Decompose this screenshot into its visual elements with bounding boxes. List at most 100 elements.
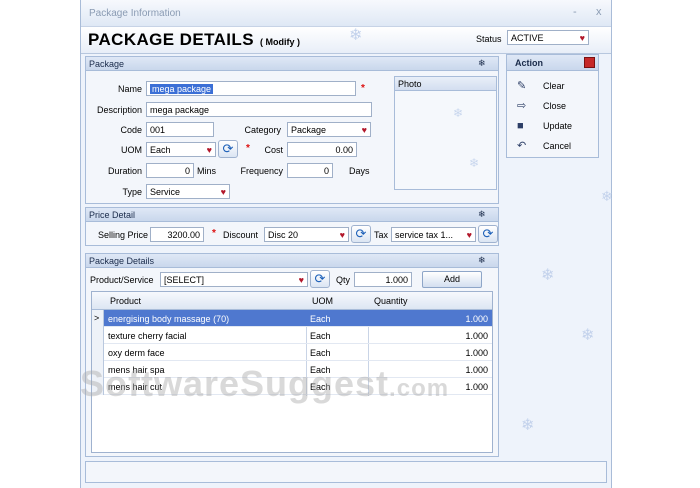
status-bar: [85, 461, 607, 483]
discount-refresh-button[interactable]: ⟳: [351, 225, 371, 243]
chevron-down-icon: ♥: [206, 145, 212, 155]
package-details-panel: Package Details ❄ Product/Service [SELEC…: [85, 253, 499, 457]
chevron-down-icon: ♥: [579, 33, 585, 43]
product-service-label: Product/Service: [90, 275, 154, 285]
snowflake-icon: ❄: [453, 106, 464, 120]
action-panel: Action ✎ Clear ⇨ Close ■ Update ↶ Cancel: [506, 54, 599, 158]
row-selector[interactable]: [92, 344, 104, 361]
discount-select[interactable]: Disc 20 ♥: [264, 227, 349, 242]
type-select[interactable]: Service ♥: [146, 184, 230, 199]
category-select[interactable]: Package ♥: [287, 122, 371, 137]
tax-refresh-button[interactable]: ⟳: [478, 225, 498, 243]
close-door-icon: ⇨: [517, 100, 527, 112]
status-select[interactable]: ACTIVE ♥: [507, 30, 589, 45]
qty-input[interactable]: 1.000: [354, 272, 412, 287]
chevron-down-icon: ♥: [339, 230, 345, 240]
cell-product: energising body massage (70): [108, 314, 230, 324]
qty-label: Qty: [336, 275, 351, 285]
tax-value: service tax 1...: [395, 230, 454, 240]
photo-box[interactable]: Photo ❄ ❄: [394, 76, 497, 190]
cancel-button[interactable]: ↶ Cancel: [517, 139, 597, 155]
price-section-title: Price Detail: [89, 210, 136, 220]
snowflake-icon: ❄: [581, 327, 595, 344]
watermark-text: SoftwareSuggest: [80, 363, 390, 404]
frequency-label: Frequency: [240, 166, 283, 176]
table-row[interactable]: oxy derm face Each 1.000: [104, 344, 492, 361]
category-label: Category: [244, 125, 281, 135]
snowflake-icon: ❄: [521, 417, 535, 434]
minimize-button[interactable]: -: [573, 6, 577, 18]
code-input[interactable]: 001: [146, 122, 214, 137]
frequency-input[interactable]: 0: [287, 163, 333, 178]
add-button[interactable]: Add: [422, 271, 482, 288]
package-details-section-title: Package Details: [89, 256, 155, 266]
tax-select[interactable]: service tax 1... ♥: [391, 227, 476, 242]
description-input[interactable]: mega package: [146, 102, 372, 117]
snowflake-icon: ❄: [349, 27, 363, 44]
code-label: Code: [120, 125, 142, 135]
selling-price-label: Selling Price: [97, 230, 148, 240]
name-label: Name: [117, 84, 142, 94]
category-value: Package: [291, 125, 327, 135]
snowflake-icon: ❄: [601, 188, 613, 204]
chevron-down-icon: ♥: [361, 125, 367, 135]
discount-label: Discount: [223, 230, 259, 240]
discount-value: Disc 20: [268, 230, 299, 240]
column-quantity[interactable]: Quantity: [374, 296, 408, 306]
row-selector[interactable]: [92, 327, 104, 344]
snowflake-icon: ❄: [478, 58, 486, 68]
product-service-value: [SELECT]: [164, 275, 205, 285]
cell-product: texture cherry facial: [108, 331, 187, 341]
duration-unit: Mins: [197, 166, 217, 176]
page-mode: ( Modify ): [260, 37, 300, 47]
row-selector[interactable]: >: [92, 310, 104, 327]
cancel-label: Cancel: [543, 141, 572, 151]
name-input[interactable]: mega package: [146, 81, 356, 96]
page-header: PACKAGE DETAILS ( Modify ) Status ACTIVE…: [81, 27, 611, 54]
package-panel-header: Package ❄: [86, 57, 498, 71]
refresh-icon: ⟳: [355, 226, 367, 241]
uom-value: Each: [150, 145, 171, 155]
status-label: Status: [476, 34, 502, 44]
tax-label: Tax: [374, 230, 389, 240]
table-row[interactable]: energising body massage (70) Each 1.000: [104, 310, 492, 327]
page-title: PACKAGE DETAILS: [88, 30, 254, 49]
broom-icon: ✎: [517, 80, 527, 92]
selling-price-input[interactable]: 3200.00: [150, 227, 204, 242]
refresh-icon: ⟳: [314, 271, 326, 286]
cell-uom: Each: [310, 348, 331, 358]
duration-input[interactable]: 0: [146, 163, 194, 178]
column-uom[interactable]: UOM: [312, 296, 333, 306]
column-product[interactable]: Product: [110, 296, 141, 306]
close-panel-icon[interactable]: [584, 57, 595, 68]
chevron-down-icon: ♥: [220, 187, 226, 197]
close-button[interactable]: x: [596, 6, 602, 18]
current-row-icon: >: [94, 313, 100, 323]
product-refresh-button[interactable]: ⟳: [310, 270, 330, 288]
required-mark: *: [246, 143, 250, 154]
cost-label: Cost: [264, 145, 283, 155]
status-value: ACTIVE: [511, 33, 544, 43]
cost-input[interactable]: 0.00: [287, 142, 357, 157]
type-value: Service: [150, 187, 181, 197]
cell-product: oxy derm face: [108, 348, 165, 358]
cell-quantity: 1.000: [465, 314, 488, 324]
update-label: Update: [543, 121, 573, 131]
duration-label: Duration: [107, 166, 142, 176]
required-mark: *: [212, 228, 216, 239]
update-button[interactable]: ■ Update: [517, 119, 597, 135]
close-action-button[interactable]: ⇨ Close: [517, 99, 597, 115]
price-panel-header: Price Detail ❄: [86, 208, 498, 222]
product-service-select[interactable]: [SELECT] ♥: [160, 272, 308, 287]
clear-button[interactable]: ✎ Clear: [517, 79, 597, 95]
action-title: Action: [515, 58, 543, 68]
watermark: SoftwareSuggest.com: [80, 363, 449, 405]
close-label: Close: [543, 101, 567, 111]
snowflake-icon: ❄: [541, 267, 555, 284]
name-value: mega package: [150, 84, 214, 94]
uom-refresh-button[interactable]: ⟳: [218, 140, 238, 158]
uom-select[interactable]: Each ♥: [146, 142, 216, 157]
watermark-suffix: .com: [389, 375, 450, 402]
chevron-down-icon: ♥: [466, 230, 472, 240]
table-row[interactable]: texture cherry facial Each 1.000: [104, 327, 492, 344]
